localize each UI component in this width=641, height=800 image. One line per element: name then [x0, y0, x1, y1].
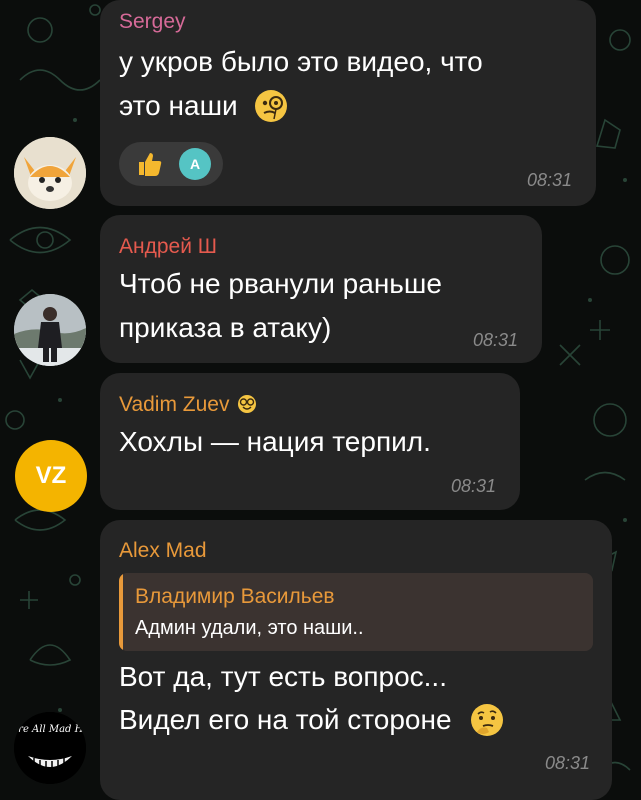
message-bubble[interactable]: Sergey у укров было это видео, что это н… — [100, 0, 596, 206]
message-text-line: Хохлы — нация терпил. — [119, 426, 431, 457]
message-bubble[interactable]: Alex Mad Владимир Васильев Админ удали, … — [100, 520, 612, 800]
sender-name[interactable]: Alex Mad — [119, 539, 207, 563]
avatar[interactable] — [14, 137, 86, 209]
message-text-line: у укров было это видео, что — [119, 46, 483, 77]
message-time: 08:31 — [526, 170, 572, 190]
reaction-chip[interactable]: A — [119, 142, 223, 186]
message-bubble[interactable]: Vadim Zuev Хохлы — нация терпил. 08:31 — [100, 373, 520, 510]
reply-text: Админ удали, это наши.. — [135, 617, 364, 639]
avatar-caption: We're All Mad Here — [14, 724, 86, 735]
message-text-line: Видел его на той стороне — [119, 704, 452, 735]
thinking-face-icon — [471, 703, 504, 736]
message-time: 08:31 — [544, 753, 590, 773]
sender-name[interactable]: Sergey — [119, 10, 186, 34]
nerd-face-icon — [238, 395, 257, 413]
reply-author: Владимир Васильев — [135, 585, 335, 608]
message-text-line: Видел его на той стороне — [119, 700, 505, 740]
cheshire-cat-avatar-icon: We're All Mad Here — [14, 712, 86, 784]
reaction-avatar: A — [179, 148, 211, 180]
avatar[interactable] — [14, 294, 86, 366]
message-text-line: Вот да, тут есть вопрос... — [119, 661, 447, 692]
avatar[interactable]: VZ — [15, 440, 87, 512]
message-bubble[interactable]: Андрей Ш Чтоб не рванули раньше приказа … — [100, 215, 542, 363]
avatar[interactable]: We're All Mad Here — [14, 712, 86, 784]
reaction-avatar-letter: A — [189, 156, 201, 172]
thumbs-up-icon — [139, 153, 162, 176]
message-text-line: приказа в атаку) — [119, 312, 332, 343]
sender-name[interactable]: Андрей Ш — [119, 235, 217, 259]
avatar-initials: VZ — [35, 462, 67, 489]
sender-name[interactable]: Vadim Zuev — [119, 393, 257, 417]
monocle-face-icon — [255, 89, 288, 122]
fox-avatar-icon — [14, 137, 86, 209]
reply-bar — [119, 573, 123, 651]
person-photo-avatar-icon — [14, 294, 86, 366]
reply-quote[interactable]: Владимир Васильев Админ удали, это наши.… — [119, 573, 593, 651]
message-text-line: Чтоб не рванули раньше — [119, 268, 442, 299]
message-time: 08:31 — [450, 476, 496, 496]
message-time: 08:31 — [472, 330, 518, 350]
sender-name-label: Vadim Zuev — [119, 393, 230, 416]
message-text-line: это наши — [119, 90, 238, 121]
message-text-line: это наши — [119, 86, 289, 126]
